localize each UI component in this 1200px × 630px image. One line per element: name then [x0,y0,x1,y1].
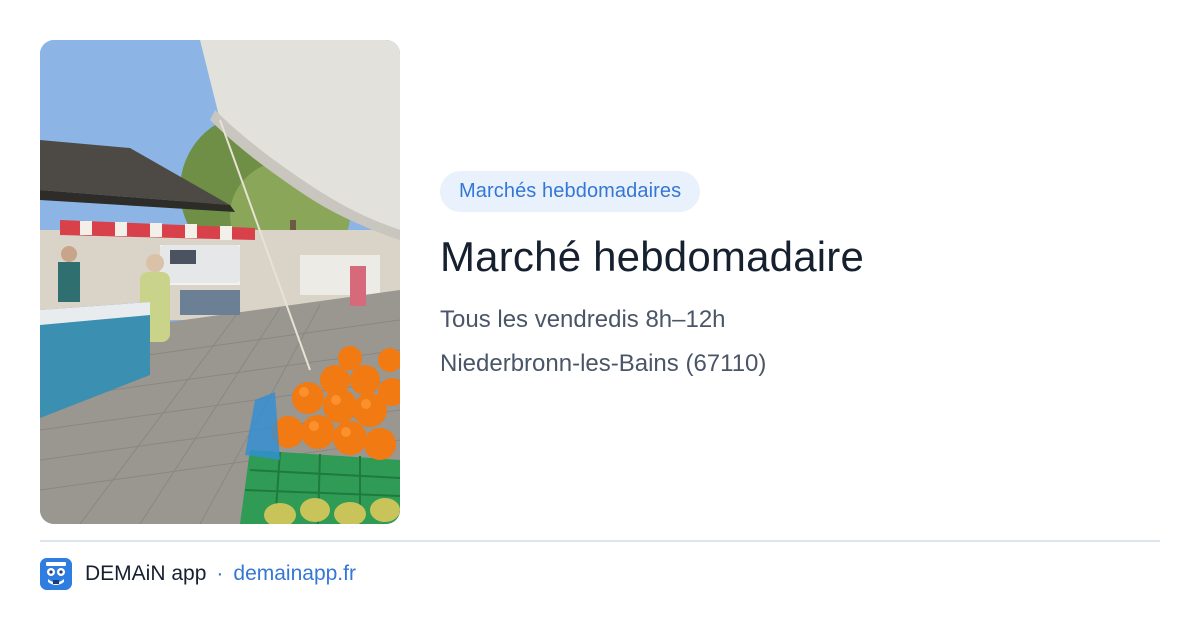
demain-logo-icon [40,558,72,590]
share-card: Marchés hebdomadaires Marché hebdomadair… [0,0,1200,630]
footer: DEMAiN app · demainapp.fr [40,558,356,590]
category-badge[interactable]: Marchés hebdomadaires [440,171,701,212]
event-title: Marché hebdomadaire [440,233,865,280]
event-schedule: Tous les vendredis 8h–12h [440,306,726,333]
separator: · [216,562,224,585]
divider [40,540,1160,542]
app-name: DEMAiN app [85,562,207,585]
event-info: Marchés hebdomadaires Marché hebdomadair… [440,171,1160,380]
market-photo [40,40,400,524]
app-website-link[interactable]: demainapp.fr [233,562,356,586]
event-location: Niederbronn-les-Bains (67110) [440,350,767,377]
